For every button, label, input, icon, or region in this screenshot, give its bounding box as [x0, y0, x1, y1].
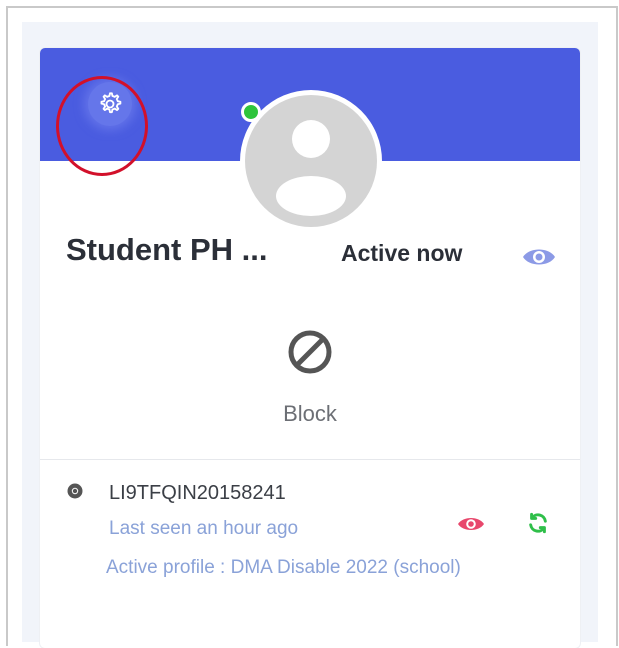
block-label: Block [283, 401, 337, 426]
device-row: LI9TFQIN20158241 Last seen an hour ago A… [40, 460, 580, 648]
eye-icon [523, 249, 555, 265]
last-seen: Last seen an hour ago [109, 518, 299, 539]
refresh-button[interactable] [524, 509, 552, 537]
eye-icon [458, 518, 484, 530]
status-text: Active now [341, 240, 463, 266]
active-profile: Active profile : DMA Disable 2022 (schoo… [106, 557, 461, 578]
online-indicator [241, 102, 261, 122]
block-icon [288, 330, 332, 374]
settings-button[interactable] [88, 82, 132, 126]
avatar [240, 90, 382, 232]
user-silhouette-icon [276, 120, 346, 216]
block-button[interactable]: Block [235, 328, 385, 438]
chrome-icon [67, 483, 83, 499]
student-name: Student PH ... [66, 232, 268, 267]
refresh-icon [529, 512, 547, 534]
student-card: Student PH ... Active now Block LI9TFQIN… [40, 48, 580, 648]
gear-icon [100, 92, 122, 114]
device-id: LI9TFQIN20158241 [109, 482, 286, 504]
device-view-button[interactable] [454, 512, 488, 536]
view-button[interactable] [520, 245, 558, 269]
avatar-placeholder [245, 95, 377, 227]
